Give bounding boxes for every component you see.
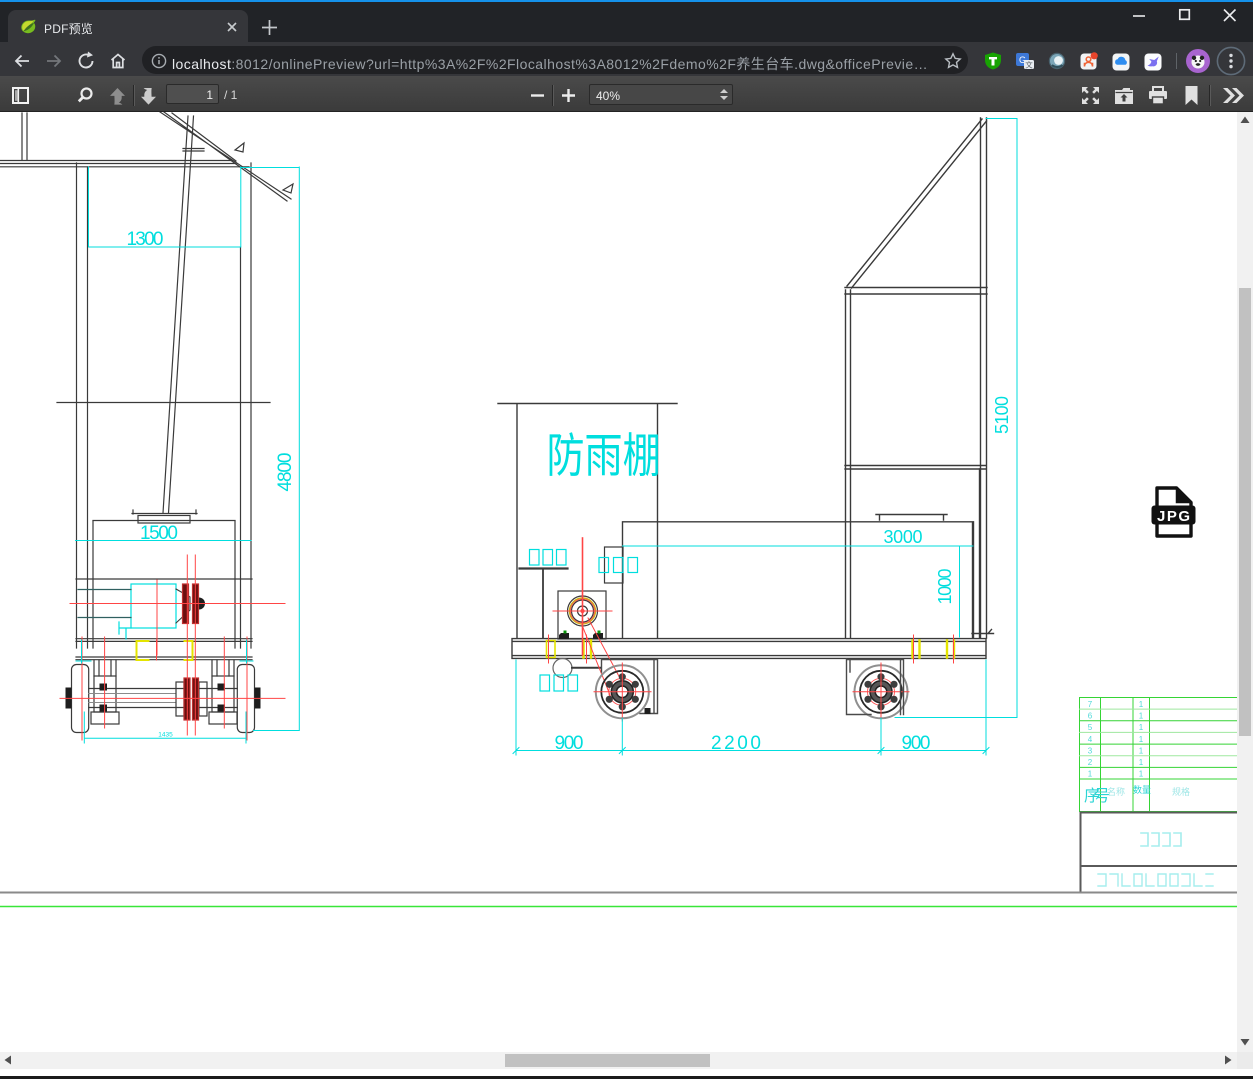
svg-text:6: 6 (1088, 712, 1093, 721)
svg-text:1300: 1300 (127, 229, 164, 250)
svg-text:文: 文 (1025, 60, 1033, 70)
svg-text:4800: 4800 (275, 453, 296, 492)
svg-text:1: 1 (1139, 712, 1144, 721)
svg-text:5100: 5100 (992, 396, 1012, 434)
svg-text:名称: 名称 (1107, 786, 1125, 797)
svg-text:1: 1 (1139, 735, 1144, 744)
svg-text:JPG: JPG (1157, 508, 1190, 525)
svg-text:900: 900 (555, 733, 584, 754)
svg-text:1: 1 (1088, 770, 1093, 779)
svg-text:规格: 规格 (1172, 786, 1190, 797)
svg-text:1500: 1500 (140, 523, 178, 544)
svg-text:3: 3 (1088, 747, 1093, 756)
svg-text:1: 1 (1139, 770, 1144, 779)
svg-text:数量: 数量 (1133, 784, 1151, 795)
svg-text:防雨棚: 防雨棚 (547, 430, 661, 483)
svg-text:1435: 1435 (158, 732, 173, 739)
svg-text:1: 1 (1139, 700, 1144, 709)
svg-text:1: 1 (1139, 747, 1144, 756)
svg-text:1000: 1000 (935, 569, 955, 605)
svg-text:7: 7 (1088, 700, 1093, 709)
svg-text:1: 1 (1139, 758, 1144, 767)
svg-text:1: 1 (1139, 723, 1144, 732)
svg-text:2: 2 (1088, 758, 1093, 767)
svg-text:4: 4 (1088, 735, 1093, 744)
svg-text:5: 5 (1088, 723, 1093, 732)
svg-text:3000: 3000 (884, 527, 923, 547)
svg-text:900: 900 (902, 733, 931, 754)
